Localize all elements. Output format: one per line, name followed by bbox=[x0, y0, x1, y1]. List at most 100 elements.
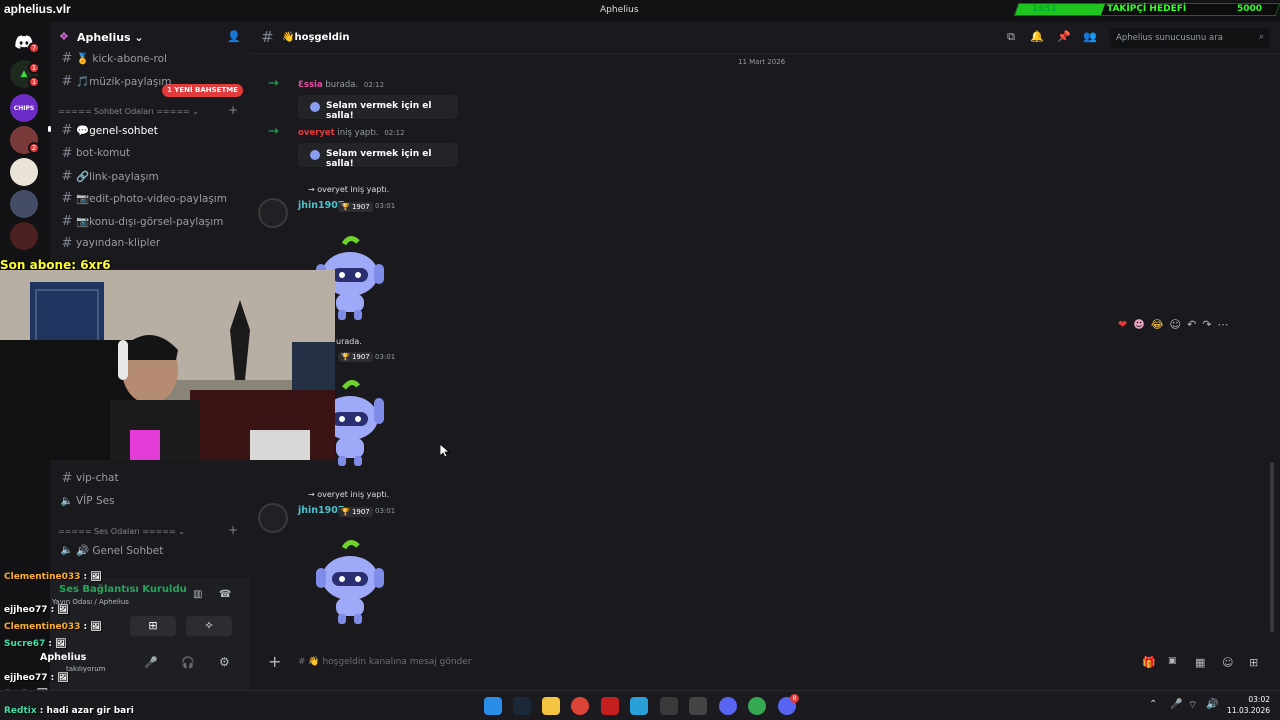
activities-button[interactable]: ⊞ bbox=[130, 616, 176, 636]
message-composer[interactable]: + # 👋 hoşgeldin kanalına mesaj gönder 🎁 … bbox=[258, 648, 1272, 678]
reply-preview[interactable]: → overyet iniş yaptı. bbox=[308, 490, 389, 499]
message-time: 03:01 bbox=[375, 202, 396, 210]
search-input[interactable]: Aphelius sunucusunu ara ⌕ bbox=[1110, 28, 1270, 48]
wifi-icon[interactable]: ⌔ bbox=[1188, 699, 1197, 712]
gif-icon[interactable]: ▣ bbox=[1168, 656, 1177, 666]
file-explorer-icon[interactable] bbox=[542, 697, 560, 715]
channel-genel-sohbet[interactable]: # 💬genel-sohbet bbox=[58, 120, 243, 140]
hash-icon: # bbox=[61, 470, 73, 486]
stream-chat-line: Clementine033 : 🖼 bbox=[4, 572, 102, 582]
user-tag: 🏆 1907 bbox=[338, 202, 373, 212]
forward-icon[interactable]: ↷ bbox=[1202, 318, 1211, 338]
notification-bell-icon[interactable]: 🔔 bbox=[1030, 30, 1044, 44]
threads-icon[interactable]: ⧉ bbox=[1004, 30, 1018, 44]
headphones-icon[interactable]: 🎧 bbox=[181, 656, 195, 669]
voice-signal-icon[interactable]: ▥ bbox=[193, 589, 202, 600]
more-options-icon[interactable]: ⋯ bbox=[1217, 318, 1228, 338]
reply-preview[interactable]: urada. bbox=[336, 337, 362, 346]
stream-chat-line: Redtix : hadi azar gir bari bbox=[4, 706, 134, 716]
attach-plus-icon[interactable]: + bbox=[268, 652, 281, 671]
settings-gear-icon[interactable]: ⚙ bbox=[219, 655, 230, 669]
stream-chat-line: ejjheo77 : 🖼 bbox=[4, 673, 69, 683]
hash-icon: # bbox=[261, 28, 274, 46]
follow-goal-count: 1651 bbox=[1032, 4, 1058, 14]
hash-icon: # bbox=[61, 73, 73, 89]
avatar[interactable] bbox=[258, 503, 288, 533]
reply-preview[interactable]: → overyet iniş yaptı. bbox=[308, 185, 389, 194]
window-title: Aphelius bbox=[600, 5, 639, 15]
join-arrow-icon: → bbox=[268, 124, 279, 139]
wave-button[interactable]: Selam vermek için el salla! bbox=[298, 95, 458, 121]
disconnect-icon[interactable]: ☎ bbox=[219, 589, 231, 600]
channel-vip-chat[interactable]: # vip-chat bbox=[58, 468, 243, 488]
soundboard-button[interactable]: ✧ bbox=[186, 616, 232, 636]
pin-icon[interactable]: 📌 bbox=[1057, 30, 1071, 44]
app-icon-4[interactable] bbox=[689, 697, 707, 715]
server-icon-chips[interactable]: CHIPS bbox=[10, 94, 38, 122]
sticker-icon[interactable]: ▦ bbox=[1195, 656, 1205, 669]
tray-chevron-icon[interactable]: ⌃ bbox=[1149, 699, 1157, 710]
member-list-icon[interactable]: 👥 bbox=[1083, 30, 1097, 44]
wumpus-mini-icon bbox=[310, 150, 320, 160]
app-icon[interactable] bbox=[601, 697, 619, 715]
server-icon-4[interactable] bbox=[10, 158, 38, 186]
wave-button[interactable]: Selam vermek için el salla! bbox=[298, 143, 458, 169]
message-input[interactable]: # 👋 hoşgeldin kanalına mesaj gönder bbox=[298, 657, 472, 667]
laugh-reaction-icon[interactable]: 😂 bbox=[1151, 318, 1164, 338]
hash-icon: # bbox=[61, 190, 73, 206]
stream-name: aphelius.vlr bbox=[4, 2, 71, 16]
channel-kick-abone-rol[interactable]: # 🏅 kick-abone-rol bbox=[58, 48, 243, 68]
channel-konu-disi-gorsel[interactable]: # 📷konu-dışı-görsel-paylaşım bbox=[58, 211, 243, 231]
reply-icon[interactable]: ↶ bbox=[1187, 318, 1196, 338]
wumpus-sticker[interactable] bbox=[310, 536, 394, 626]
start-button-icon[interactable] bbox=[484, 697, 502, 715]
message-time: 03:01 bbox=[375, 353, 396, 361]
reaction-emoji-icon[interactable]: ☻ bbox=[1133, 318, 1144, 338]
add-voice-channel-icon[interactable]: + bbox=[228, 523, 238, 537]
chrome-icon[interactable] bbox=[571, 697, 589, 715]
discord-taskbar-icon[interactable] bbox=[719, 697, 737, 715]
apps-icon[interactable]: ⊞ bbox=[1249, 656, 1258, 669]
channel-link-paylasim[interactable]: # 🔗link-paylaşım bbox=[58, 166, 243, 186]
add-reaction-icon[interactable]: ☺ bbox=[1170, 318, 1181, 338]
message-time: 03:01 bbox=[375, 507, 396, 515]
voice-connected-label[interactable]: Ses Bağlantısı Kuruldu bbox=[59, 584, 187, 595]
join-arrow-icon: → bbox=[268, 76, 279, 91]
add-channel-icon[interactable]: + bbox=[228, 103, 238, 117]
chrome-icon-2[interactable] bbox=[748, 697, 766, 715]
follow-goal-target: 5000 bbox=[1237, 4, 1263, 14]
date-separator: 11 Mart 2026 bbox=[738, 58, 786, 66]
username[interactable]: Aphelius bbox=[40, 652, 86, 663]
main-chat: # 👋hoşgeldin ⧉ 🔔 📌 👥 Aphelius sunucusunu… bbox=[250, 22, 1280, 690]
app-icon-2[interactable] bbox=[630, 697, 648, 715]
server-icon-6[interactable] bbox=[10, 222, 38, 250]
category-sohbet-odalari[interactable]: ===== Sohbet Odaları ===== ⌄ bbox=[58, 107, 199, 116]
channel-vip-ses[interactable]: 🔈 VİP Ses bbox=[58, 491, 243, 511]
steam-icon[interactable] bbox=[513, 697, 531, 715]
microphone-icon[interactable]: 🎤 bbox=[144, 656, 158, 669]
user-tag: 🏆 1907 bbox=[338, 352, 373, 362]
chat-scrollbar[interactable] bbox=[1270, 462, 1274, 632]
server-name[interactable]: Aphelius ⌄ bbox=[77, 31, 144, 44]
unread-indicator bbox=[48, 126, 51, 132]
clock[interactable]: 03:02 11.03.2026 bbox=[1226, 694, 1270, 716]
channel-edit-photo-video[interactable]: # 📷edit-photo-video-paylaşım bbox=[58, 188, 243, 208]
add-friend-icon[interactable]: 👤 bbox=[227, 30, 241, 43]
gift-icon[interactable]: 🎁 bbox=[1142, 656, 1156, 669]
app-icon-3[interactable] bbox=[660, 697, 678, 715]
tray-mic-icon[interactable]: 🎤 bbox=[1170, 699, 1182, 710]
volume-icon[interactable]: 🔊 bbox=[1206, 699, 1218, 710]
channel-muzik-paylasim[interactable]: # 🎵müzik-paylaşım bbox=[58, 71, 243, 91]
emoji-icon[interactable]: ☺ bbox=[1222, 656, 1233, 669]
category-ses-odalari[interactable]: ===== Ses Odaları ===== ⌄ bbox=[58, 527, 185, 536]
channel-bot-komut[interactable]: # bot-komut bbox=[58, 143, 243, 163]
mouse-cursor-icon bbox=[440, 444, 450, 458]
heart-reaction-icon[interactable]: ❤ bbox=[1118, 318, 1127, 338]
channel-yayindan-klipler[interactable]: # yayından-klipler bbox=[58, 233, 243, 253]
wumpus-mini-icon bbox=[310, 102, 320, 112]
channel-genel-sohbet-voice[interactable]: 🔈 🔊 Genel Sohbet bbox=[58, 540, 243, 560]
stream-chat-line: Clementine033 : 🖼 bbox=[4, 622, 102, 632]
hash-icon: # bbox=[61, 145, 73, 161]
avatar[interactable] bbox=[258, 198, 288, 228]
server-icon-5[interactable] bbox=[10, 190, 38, 218]
